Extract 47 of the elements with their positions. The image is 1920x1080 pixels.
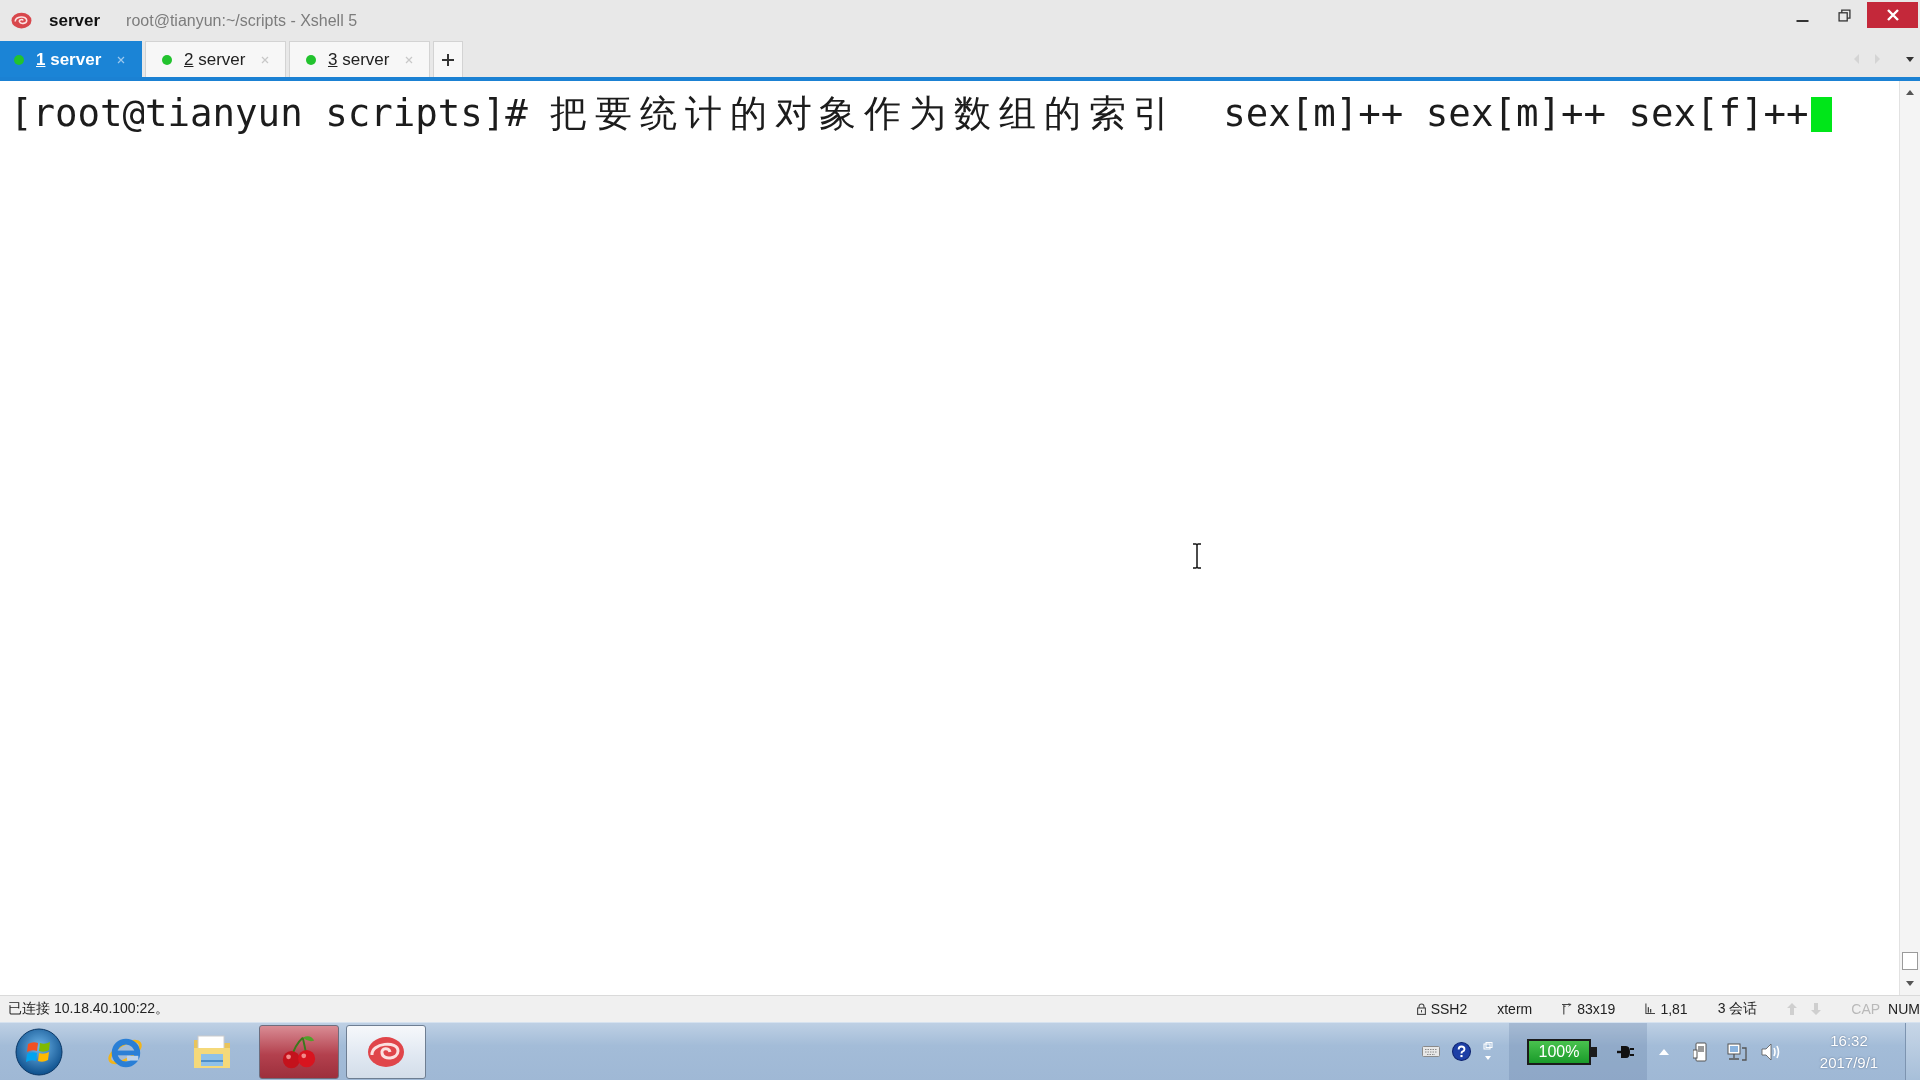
taskbar-button[interactable] — [346, 1024, 426, 1079]
text-cursor-icon — [1192, 543, 1202, 569]
connection-status: 已连接 10.18.40.100:22。 — [8, 1000, 170, 1018]
minimize-icon — [1795, 20, 1809, 22]
scroll-down-icon[interactable] — [1906, 981, 1914, 986]
size-icon — [1562, 1003, 1573, 1015]
up-arrow-icon — [1787, 1003, 1798, 1015]
session-tab[interactable]: 1 server — [0, 41, 142, 77]
help-icon[interactable] — [1452, 1042, 1471, 1061]
caret-down-icon[interactable] — [1906, 56, 1914, 62]
session-name: server — [49, 10, 101, 31]
window-restore-icon[interactable] — [1483, 1041, 1493, 1062]
block-cursor-icon — [1810, 97, 1832, 132]
folder-icon — [192, 1032, 232, 1071]
cursor-position-label: 1,81 — [1660, 1001, 1688, 1017]
session-count-label: 3 会话 — [1717, 1000, 1758, 1018]
caret-up-icon[interactable] — [1659, 1048, 1669, 1055]
close-button[interactable] — [1867, 2, 1918, 28]
terminal-type-label: xterm — [1497, 1001, 1533, 1017]
speaker-icon[interactable] — [1761, 1042, 1781, 1061]
swirl-logo-icon — [11, 12, 32, 29]
lock-icon — [1416, 1003, 1426, 1015]
session-tab[interactable]: 2 server — [145, 41, 286, 77]
plus-icon — [442, 53, 454, 66]
down-arrow-icon — [1811, 1003, 1822, 1015]
session-tab[interactable]: 3 server — [289, 41, 430, 77]
position-icon — [1645, 1003, 1656, 1015]
device-icon[interactable] — [1693, 1041, 1709, 1062]
scrollbar-thumb[interactable] — [1902, 952, 1918, 970]
clock-date[interactable]: 2017/9/1 — [1819, 1052, 1879, 1073]
protocol-label: SSH2 — [1430, 1001, 1468, 1017]
close-icon — [1886, 9, 1899, 21]
plug-icon[interactable] — [1615, 1043, 1635, 1060]
show-desktop-button[interactable] — [1905, 1023, 1920, 1080]
restore-icon — [1837, 8, 1851, 22]
close-icon[interactable] — [117, 55, 125, 64]
key-indicator: NUM — [1888, 1001, 1920, 1017]
terminal-line: [root@tianyun scripts]# 把要统计的对象作为数组的索引 sex[m]++ sex[m]++ sex[f]++ — [10, 91, 1832, 135]
new-tab-button[interactable] — [433, 41, 463, 77]
window-title: root@tianyun:~/scripts - Xshell 5 — [126, 11, 358, 30]
start-orb-icon — [15, 1027, 63, 1076]
keyboard-icon[interactable] — [1422, 1046, 1440, 1057]
vertical-scrollbar[interactable] — [1899, 81, 1920, 995]
terminal-size-label: 83x19 — [1577, 1001, 1616, 1017]
scroll-up-icon[interactable] — [1906, 90, 1914, 95]
network-icon[interactable] — [1727, 1041, 1747, 1062]
taskbar-button[interactable] — [259, 1024, 339, 1079]
